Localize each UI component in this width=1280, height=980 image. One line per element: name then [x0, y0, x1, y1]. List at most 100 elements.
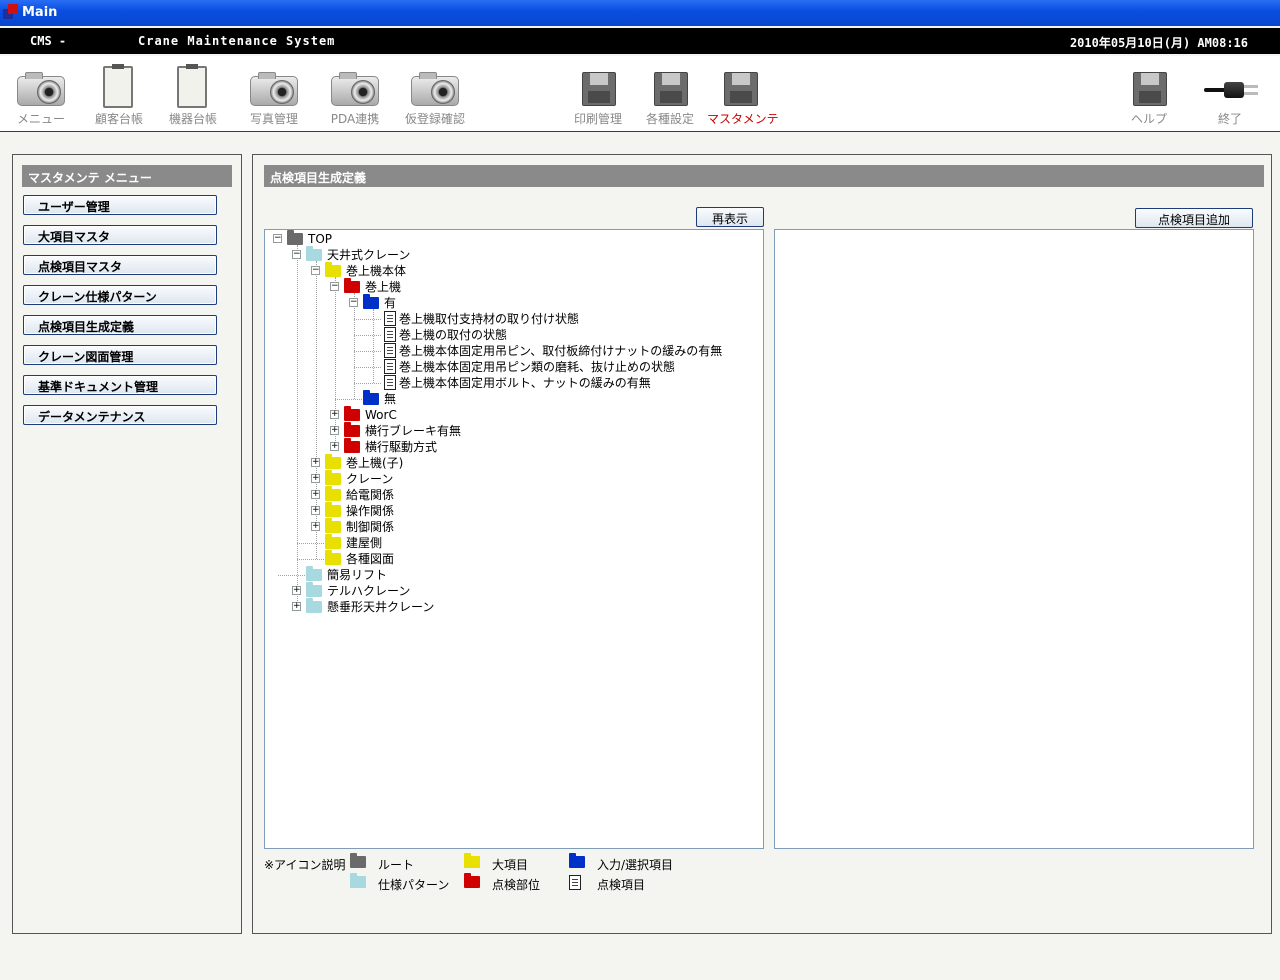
tree-node[interactable]: + 懸垂形天井クレーン	[292, 598, 763, 615]
tree-node[interactable]: + 横行駆動方式	[330, 438, 763, 455]
sidebar-item-8[interactable]: データメンテナンス	[23, 405, 217, 425]
toolbar-button-10[interactable]: ヘルプ	[1116, 64, 1182, 130]
collapse-toggle[interactable]: −	[273, 234, 282, 243]
datetime-display: 2010年05月10日(月) AM08:16	[1069, 36, 1248, 50]
tree-connector	[354, 351, 381, 352]
tree-node[interactable]: − 天井式クレーン	[292, 246, 763, 263]
sidebar-item-5[interactable]: 点検項目生成定義	[23, 315, 217, 335]
tree-node-label: 有	[384, 296, 397, 310]
tree-node[interactable]: + クレーン	[311, 470, 763, 487]
tree-node-label: 巻上機本体固定用吊ピン類の磨耗、抜け止めの状態	[399, 360, 676, 374]
tree-connector	[297, 245, 298, 607]
tree-node[interactable]: + 巻上機(子)	[311, 454, 763, 471]
document-icon	[384, 311, 396, 326]
folder-icon	[306, 582, 322, 597]
tree-node[interactable]: + 給電関係	[311, 486, 763, 503]
tree-node[interactable]: 巻上機本体固定用吊ピン、取付板締付けナットの緩みの有無	[354, 343, 763, 359]
tree-node[interactable]: + 制御関係	[311, 518, 763, 535]
expand-toggle[interactable]: +	[311, 522, 320, 531]
legend-item: 点検項目	[569, 875, 679, 892]
tree-connector	[297, 543, 324, 544]
toolbar-button-label: 終了	[1217, 112, 1242, 126]
tree-node[interactable]: 巻上機本体固定用ボルト、ナットの緩みの有無	[354, 375, 763, 391]
folder-icon	[363, 390, 379, 405]
legend-label: 点検部位	[492, 878, 541, 892]
tree-node[interactable]: 建屋側	[297, 534, 763, 551]
toolbar-button-6[interactable]: 仮登録確認	[402, 64, 468, 130]
toolbar-button-5[interactable]: PDA連携	[322, 64, 388, 130]
folder-icon	[306, 566, 322, 581]
tree-node[interactable]: 各種図面	[297, 550, 763, 567]
collapse-toggle[interactable]: −	[292, 250, 301, 259]
sidebar-item-7[interactable]: 基準ドキュメント管理	[23, 375, 217, 395]
expand-toggle[interactable]: +	[311, 474, 320, 483]
legend-label: ルート	[378, 858, 415, 872]
tree-node-label: 給電関係	[346, 488, 395, 502]
legend-item: 入力/選択項目	[569, 853, 679, 872]
toolbar-button-2[interactable]: 顧客台帳	[86, 64, 152, 130]
expand-toggle[interactable]: +	[330, 426, 339, 435]
app-icon	[3, 4, 19, 20]
tree-node[interactable]: + 横行ブレーキ有無	[330, 422, 763, 439]
expand-toggle[interactable]: +	[292, 602, 301, 611]
tree-node[interactable]: + 操作関係	[311, 502, 763, 519]
tree-node[interactable]: 巻上機の取付の状態	[354, 327, 763, 343]
tree-connector	[354, 367, 381, 368]
tree-node[interactable]: 簡易リフト	[278, 566, 763, 583]
expand-toggle[interactable]: +	[311, 506, 320, 515]
add-inspection-item-button[interactable]: 点検項目追加	[1135, 208, 1253, 228]
toolbar-button-3[interactable]: 機器台帳	[160, 64, 226, 130]
legend-item: 大項目	[464, 853, 574, 872]
folder-icon	[350, 873, 366, 888]
sidebar-item-1[interactable]: ユーザー管理	[23, 195, 217, 215]
expand-toggle[interactable]: +	[330, 410, 339, 419]
clipboard-icon	[167, 64, 219, 108]
folder-icon	[287, 230, 303, 245]
tree-node[interactable]: − TOP	[273, 230, 753, 247]
tree-node-label: TOP	[308, 232, 333, 246]
toolbar-button-4[interactable]: 写真管理	[241, 64, 307, 130]
sidebar-item-2[interactable]: 大項目マスタ	[23, 225, 217, 245]
tree-connector	[278, 575, 305, 576]
tree-node[interactable]: 無	[335, 390, 763, 407]
document-icon	[384, 327, 396, 342]
toolbar-button-8[interactable]: 各種設定	[637, 64, 703, 130]
main-title: 点検項目生成定義	[264, 165, 1264, 187]
folder-icon	[325, 534, 341, 549]
tree-view[interactable]: − TOP − 天井式クレーン − 巻上機本体 − 巻上機 − 有巻上機取付支持材の取り付け状態巻…	[264, 229, 764, 849]
toolbar-button-1[interactable]: メニュー	[8, 64, 74, 130]
sidebar-item-4[interactable]: クレーン仕様パターン	[23, 285, 217, 305]
sidebar-item-3[interactable]: 点検項目マスタ	[23, 255, 217, 275]
tree-node[interactable]: − 巻上機	[330, 278, 763, 295]
tree-node-label: クレーン	[346, 472, 394, 486]
tree-node-label: 簡易リフト	[327, 568, 388, 582]
tree-node-label: 操作関係	[346, 504, 395, 518]
tree-node-label: 巻上機本体	[346, 264, 407, 278]
tree-node[interactable]: − 巻上機本体	[311, 262, 763, 279]
legend-label: 仕様パターン	[378, 878, 450, 892]
tree-node-label: 横行駆動方式	[365, 440, 438, 454]
collapse-toggle[interactable]: −	[311, 266, 320, 275]
toolbar-button-7[interactable]: 印刷管理	[565, 64, 631, 130]
tree-node[interactable]: − 有	[349, 294, 763, 311]
sidebar-item-6[interactable]: クレーン図面管理	[23, 345, 217, 365]
camera-icon	[409, 64, 461, 108]
toolbar-button-label: ヘルプ	[1130, 112, 1167, 126]
tree-node[interactable]: 巻上機取付支持材の取り付け状態	[354, 311, 763, 327]
tree-node[interactable]: + WorC	[330, 406, 763, 423]
legend-item: 点検部位	[464, 873, 574, 892]
tree-node[interactable]: 巻上機本体固定用吊ピン類の磨耗、抜け止めの状態	[354, 359, 763, 375]
expand-toggle[interactable]: +	[311, 490, 320, 499]
collapse-toggle[interactable]: −	[349, 298, 358, 307]
detail-view	[774, 229, 1254, 849]
refresh-button[interactable]: 再表示	[696, 207, 764, 227]
expand-toggle[interactable]: +	[311, 458, 320, 467]
toolbar-button-11[interactable]: 終了	[1197, 64, 1263, 130]
expand-toggle[interactable]: +	[330, 442, 339, 451]
expand-toggle[interactable]: +	[292, 586, 301, 595]
toolbar-button-9[interactable]: マスタメンテ	[707, 64, 779, 130]
collapse-toggle[interactable]: −	[330, 282, 339, 291]
folder-icon	[363, 294, 379, 309]
disk-icon	[1123, 64, 1175, 108]
tree-node[interactable]: + テルハクレーン	[292, 582, 763, 599]
